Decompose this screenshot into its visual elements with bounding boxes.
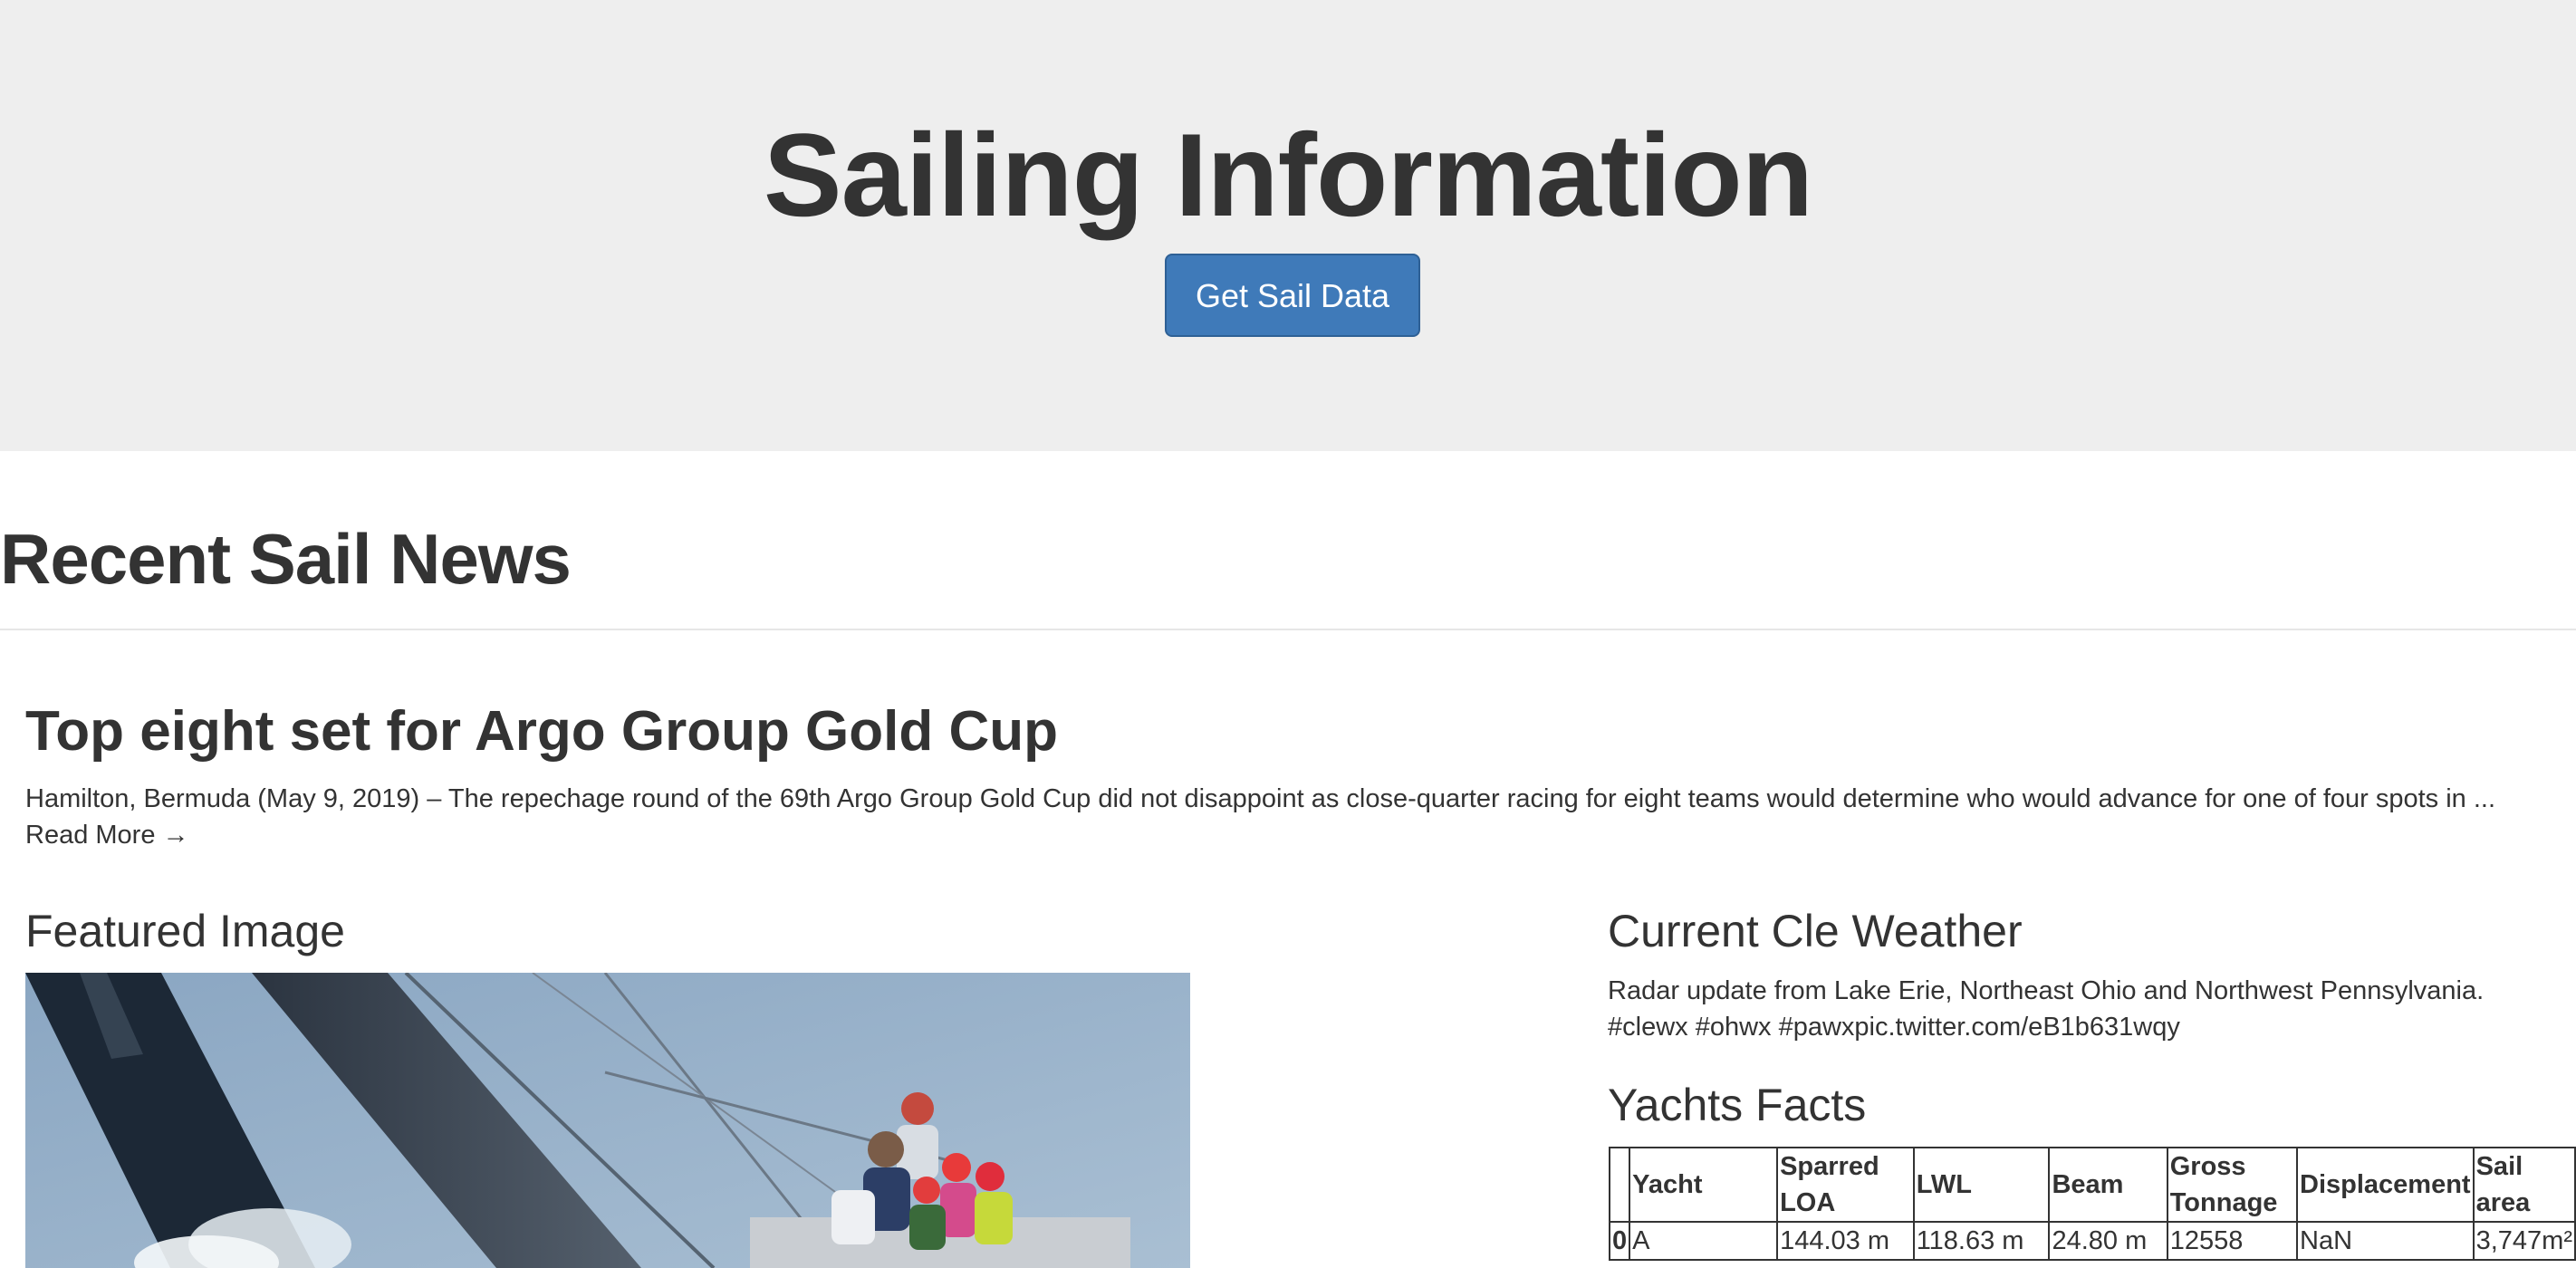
cell-sail-area: 3,747m² — [2472, 1221, 2576, 1261]
column-header-yacht: Yacht — [1629, 1147, 1779, 1223]
cell-sparred-loa: 144.03 m — [1776, 1221, 1915, 1261]
article-body: Hamilton, Bermuda (May 9, 2019) – The re… — [25, 784, 2496, 813]
divider — [0, 629, 2576, 630]
featured-image — [25, 973, 1190, 1268]
get-sail-data-button[interactable]: Get Sail Data — [1165, 254, 1420, 337]
featured-image-heading: Featured Image — [25, 906, 345, 956]
column-header-index — [1608, 1147, 1631, 1223]
article-excerpt: Hamilton, Bermuda (May 9, 2019) – The re… — [25, 781, 2552, 853]
column-header-lwl: LWL — [1912, 1147, 2051, 1223]
column-header-sail-area: Sail area — [2472, 1147, 2576, 1223]
jumbotron: Sailing Information Get Sail Data — [0, 0, 2576, 451]
read-more-link[interactable]: Read More → — [25, 821, 189, 850]
yachts-table: Yacht Sparred LOA LWL Beam Gross Tonnage… — [1608, 1147, 2576, 1261]
cell-beam: 24.80 m — [2048, 1221, 2168, 1261]
table-header-row: Yacht Sparred LOA LWL Beam Gross Tonnage… — [1608, 1147, 2576, 1223]
weather-heading: Current Cle Weather — [1608, 906, 2023, 956]
recent-news-heading: Recent Sail News — [0, 519, 572, 599]
cell-lwl: 118.63 m — [1912, 1221, 2051, 1261]
cell-gross-tonnage: 12558 — [2166, 1221, 2299, 1261]
column-header-beam: Beam — [2048, 1147, 2168, 1223]
column-header-displacement: Displacement — [2296, 1147, 2475, 1223]
cell-displacement: NaN — [2296, 1221, 2475, 1261]
column-header-sparred-loa: Sparred LOA — [1776, 1147, 1915, 1223]
article-title: Top eight set for Argo Group Gold Cup — [25, 700, 1058, 763]
weather-tweet: Radar update from Lake Erie, Northeast O… — [1608, 976, 2485, 1042]
row-index: 0 — [1608, 1221, 1631, 1261]
page-title: Sailing Information — [763, 109, 1813, 241]
table-row: 0 A 144.03 m 118.63 m 24.80 m 12558 NaN … — [1608, 1221, 2576, 1261]
column-header-gross-tonnage: Gross Tonnage — [2166, 1147, 2299, 1223]
cell-yacht: A — [1629, 1221, 1779, 1261]
yachts-facts-heading: Yachts Facts — [1608, 1080, 1867, 1130]
